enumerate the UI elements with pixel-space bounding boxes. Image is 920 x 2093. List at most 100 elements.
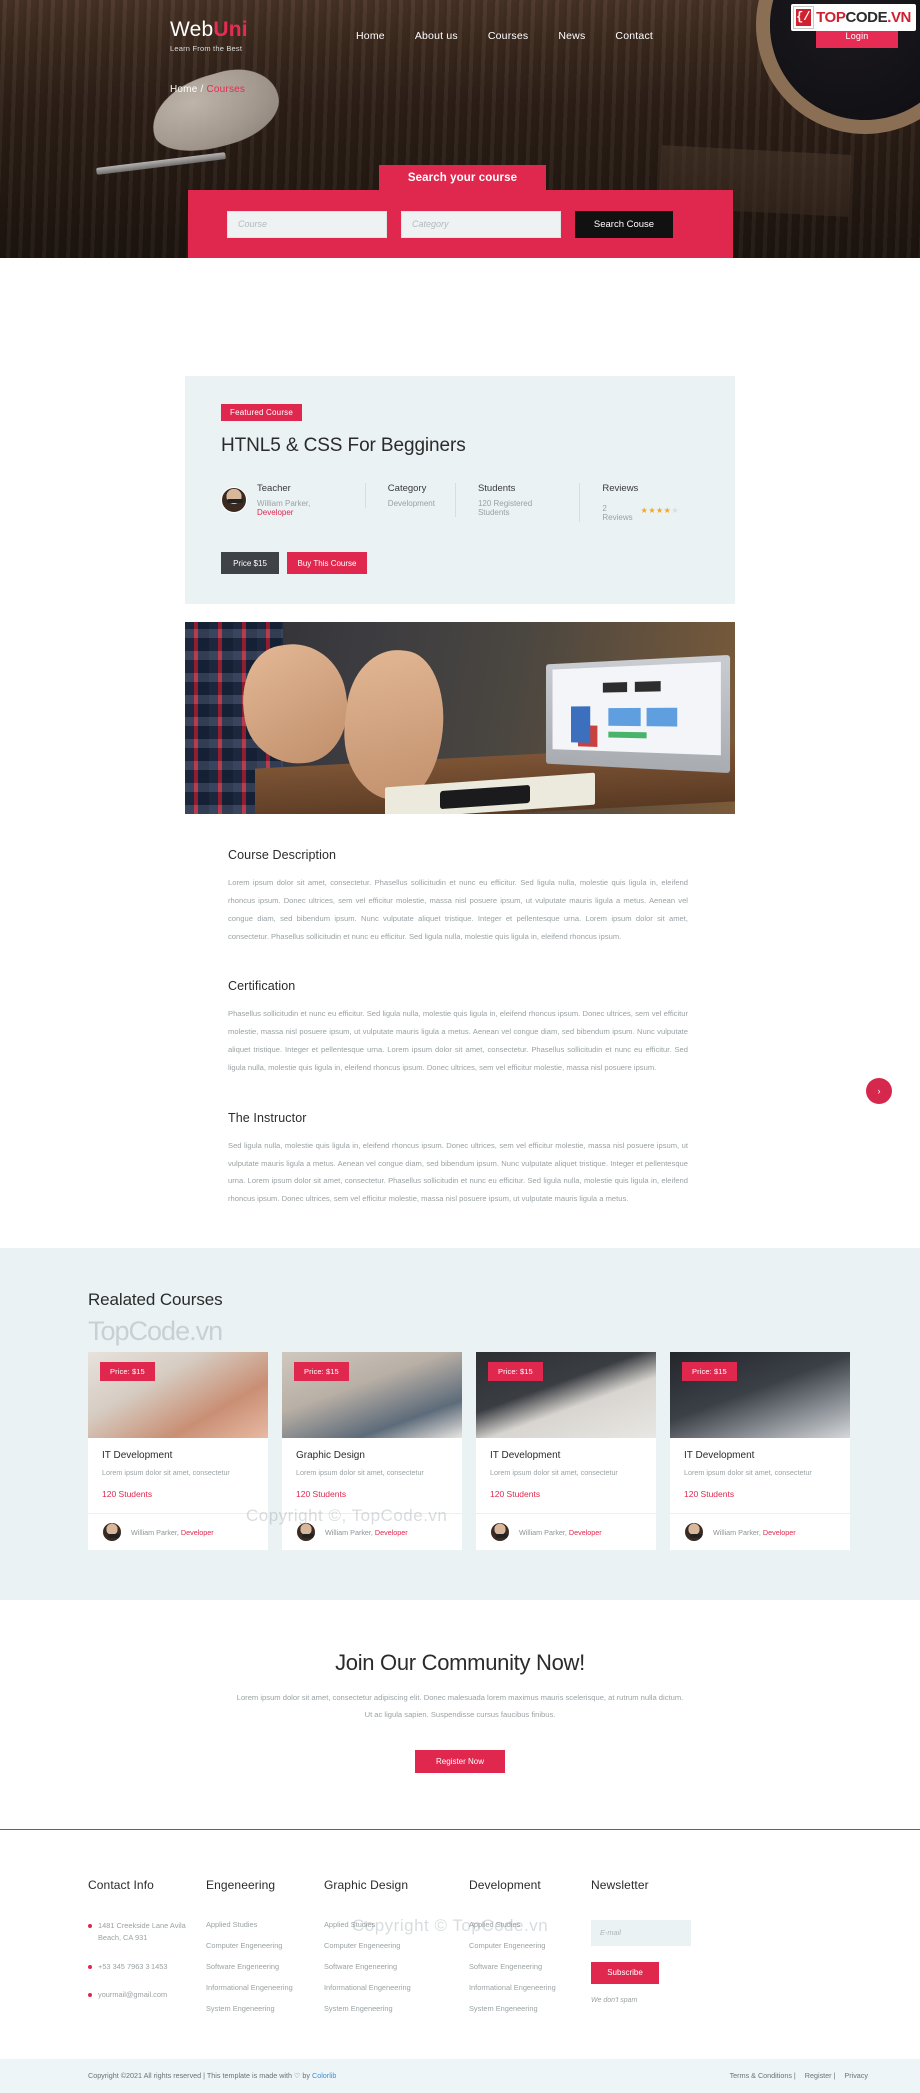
nav-item-home[interactable]: Home xyxy=(356,30,385,42)
phone-icon xyxy=(88,1964,92,1969)
author-name-wrap: William Parker, Developer xyxy=(131,1528,214,1537)
breadcrumb-home[interactable]: Home xyxy=(170,84,197,95)
privacy-link[interactable]: Privacy xyxy=(844,2071,868,2080)
course-card-body: Graphic Design Lorem ipsum dolor sit ame… xyxy=(282,1438,462,1513)
footer-link[interactable]: Computer Engeneering xyxy=(469,1941,591,1950)
footer-link[interactable]: Software Engeneering xyxy=(324,1962,469,1971)
copyright-bar: Copyright ©2021 All rights reserved | Th… xyxy=(0,2058,920,2093)
course-card-desc: Lorem ipsum dolor sit amet, consectetur xyxy=(490,1468,618,1478)
search-submit-button[interactable]: Search Couse xyxy=(575,210,673,238)
search-form: Search Couse xyxy=(188,190,733,258)
site-footer: Contact Info 1481 Creekside Lane Avila B… xyxy=(0,1828,920,2093)
contact-phone: +53 345 7963 3 1453 xyxy=(98,1961,168,1971)
nav-item-courses[interactable]: Courses xyxy=(488,30,529,42)
course-card[interactable]: Price: $15 Graphic Design Lorem ipsum do… xyxy=(282,1352,462,1551)
footer-link[interactable]: Software Engeneering xyxy=(469,1962,591,1971)
footer-link[interactable]: Computer Engeneering xyxy=(324,1941,469,1950)
footer-link[interactable]: Informational Engeneering xyxy=(206,1983,324,1992)
search-course-input[interactable] xyxy=(227,210,387,238)
footer-link[interactable]: Informational Engeneering xyxy=(324,1983,469,1992)
course-card-body: IT Development Lorem ipsum dolor sit ame… xyxy=(476,1438,656,1513)
newsletter-heading: Newsletter xyxy=(591,1877,649,1892)
community-cta-section: Join Our Community Now! Lorem ipsum dolo… xyxy=(0,1600,920,1829)
course-card-author: William Parker, Developer xyxy=(476,1513,656,1550)
section-certification: Certification Phasellus sollicitudin et … xyxy=(228,979,688,1076)
course-card[interactable]: Price: $15 IT Development Lorem ipsum do… xyxy=(476,1352,656,1551)
course-card-desc: Lorem ipsum dolor sit amet, consectetur xyxy=(684,1468,812,1478)
section-heading: Certification xyxy=(228,979,296,994)
related-courses-list: Price: $15 IT Development Lorem ipsum do… xyxy=(88,1352,920,1551)
course-card-image: Price: $15 xyxy=(88,1352,268,1439)
course-card-price: Price: $15 xyxy=(488,1362,543,1382)
author-avatar xyxy=(102,1522,122,1543)
featured-course-badge: Featured Course xyxy=(221,404,303,421)
contact-email[interactable]: yourmail@gmail.com xyxy=(98,1989,167,2002)
hero-banner: {/} TOPCODE.VN WebUni Learn From the Bes… xyxy=(0,0,920,258)
footer-link[interactable]: System Engeneering xyxy=(206,2004,324,2013)
course-card-title: IT Development xyxy=(490,1450,561,1462)
search-category-input[interactable] xyxy=(401,210,561,238)
meta-reviews-value: 2 Reviews xyxy=(602,504,633,522)
register-link[interactable]: Register | xyxy=(805,2071,836,2080)
footer-link[interactable]: Applied Studies xyxy=(206,1920,324,1929)
footer-link-list: Applied Studies Computer Engeneering Sof… xyxy=(206,1920,324,2013)
buy-course-button[interactable]: Buy This Course xyxy=(287,552,367,574)
course-card-students: 120 Students xyxy=(102,1489,153,1500)
section-course-description: Course Description Lorem ipsum dolor sit… xyxy=(228,848,688,945)
terms-link[interactable]: Terms & Conditions | xyxy=(730,2071,796,2080)
community-body: Lorem ipsum dolor sit amet, consectetur … xyxy=(236,1693,684,1719)
footer-link[interactable]: System Engeneering xyxy=(324,2004,469,2013)
footer-link[interactable]: Applied Studies xyxy=(469,1920,591,1929)
meta-category: Category Development xyxy=(364,483,455,508)
course-card-title: Graphic Design xyxy=(296,1450,365,1462)
footer-column-development: Development Applied Studies Computer Eng… xyxy=(469,1878,591,2025)
meta-students: Students 120 Registered Students xyxy=(454,483,579,517)
brand-title: WebUni xyxy=(170,19,290,40)
site-logo[interactable]: WebUni Learn From the Best xyxy=(170,19,290,53)
nav-item-contact[interactable]: Contact xyxy=(615,30,653,42)
colorlib-link[interactable]: Colorlib xyxy=(312,2071,336,2080)
course-action-buttons: Price $15 Buy This Course xyxy=(221,552,699,574)
topcode-code: CODE xyxy=(845,9,888,26)
footer-link-list: Applied Studies Computer Engeneering Sof… xyxy=(469,1920,591,2013)
topcode-top: TOP xyxy=(816,9,846,26)
footer-link-list: Applied Studies Computer Engeneering Sof… xyxy=(324,1920,469,2013)
meta-teacher: Teacher William Parker, Developer xyxy=(221,483,365,517)
course-card-price: Price: $15 xyxy=(100,1362,155,1382)
location-pin-icon xyxy=(88,1923,92,1928)
section-the-instructor: The Instructor Sed ligula nulla, molesti… xyxy=(228,1111,688,1208)
course-card-image: Price: $15 xyxy=(476,1352,656,1439)
meta-students-label: Students xyxy=(477,483,516,494)
course-card[interactable]: Price: $15 IT Development Lorem ipsum do… xyxy=(670,1352,850,1551)
meta-category-label: Category xyxy=(387,483,427,494)
copyright-text-wrap: Copyright ©2021 All rights reserved | Th… xyxy=(88,2071,336,2080)
register-now-button[interactable]: Register Now xyxy=(415,1749,505,1773)
breadcrumb: Home / Courses xyxy=(0,84,920,95)
brand-tagline: Learn From the Best xyxy=(170,44,243,53)
subscribe-button[interactable]: Subscribe xyxy=(591,1961,659,1984)
footer-link[interactable]: Software Engeneering xyxy=(206,1962,324,1971)
author-name: William Parker, xyxy=(713,1527,763,1537)
nav-item-news[interactable]: News xyxy=(558,30,585,42)
footer-link[interactable]: Informational Engeneering xyxy=(469,1983,591,1992)
footer-link[interactable]: System Engeneering xyxy=(469,2004,591,2013)
price-button[interactable]: Price $15 xyxy=(221,552,279,574)
newsletter-email-input[interactable] xyxy=(591,1919,691,1946)
footer-column-heading: Engeneering xyxy=(206,1877,276,1892)
footer-link[interactable]: Applied Studies xyxy=(324,1920,469,1929)
carousel-next-button[interactable]: › xyxy=(866,1078,892,1104)
main-navigation: Home About us Courses News Contact xyxy=(356,30,653,42)
legal-links: Terms & Conditions | Register | Privacy xyxy=(730,2071,868,2080)
course-hero-image xyxy=(185,622,735,814)
course-card[interactable]: Price: $15 IT Development Lorem ipsum do… xyxy=(88,1352,268,1551)
course-card-title: IT Development xyxy=(102,1450,173,1462)
topcode-watermark-logo: {/} TOPCODE.VN xyxy=(791,4,916,31)
related-courses-heading: Realated Courses xyxy=(88,1290,223,1310)
nav-item-about[interactable]: About us xyxy=(415,30,458,42)
course-card-students: 120 Students xyxy=(684,1489,735,1500)
meta-reviews: Reviews 2 Reviews ★★★★★ xyxy=(579,483,699,522)
course-title: HTNL5 & CSS For Begginers xyxy=(221,435,466,456)
course-card-price: Price: $15 xyxy=(682,1362,737,1382)
meta-teacher-value: William Parker, Developer xyxy=(257,499,345,517)
footer-link[interactable]: Computer Engeneering xyxy=(206,1941,324,1950)
